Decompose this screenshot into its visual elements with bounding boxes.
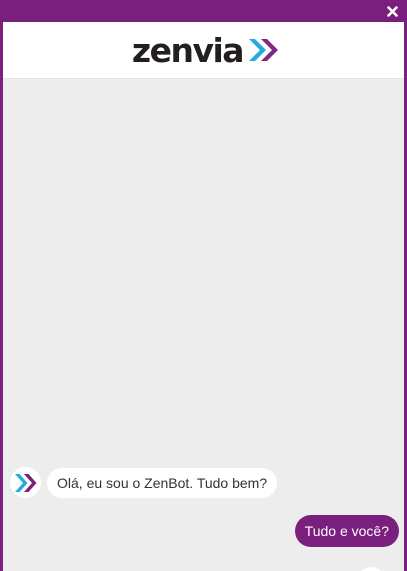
- bot-avatar: [10, 467, 41, 498]
- user-message-bubble: Tudo e você?: [294, 515, 399, 547]
- bot-message-bubble: Olá, eu sou o ZenBot. Tudo bem?: [47, 467, 278, 498]
- title-bar: [3, 0, 404, 22]
- chat-widget: zenvia Olá, eu sou o ZenBot. Tudo bem? T…: [0, 0, 407, 571]
- close-button[interactable]: [384, 3, 400, 19]
- chevrons-logo-icon: [249, 39, 279, 61]
- logo-text: zenvia: [131, 30, 245, 70]
- chat-header: zenvia: [3, 22, 404, 79]
- chevrons-avatar-icon: [14, 473, 36, 492]
- zenvia-logo: zenvia: [132, 34, 281, 67]
- close-icon: [386, 5, 398, 17]
- bot-message: Olá, eu sou o ZenBot. Tudo bem?: [10, 467, 278, 498]
- user-message: Tudo e você?: [294, 515, 399, 547]
- message-list: Olá, eu sou o ZenBot. Tudo bem? Tudo e v…: [3, 79, 404, 571]
